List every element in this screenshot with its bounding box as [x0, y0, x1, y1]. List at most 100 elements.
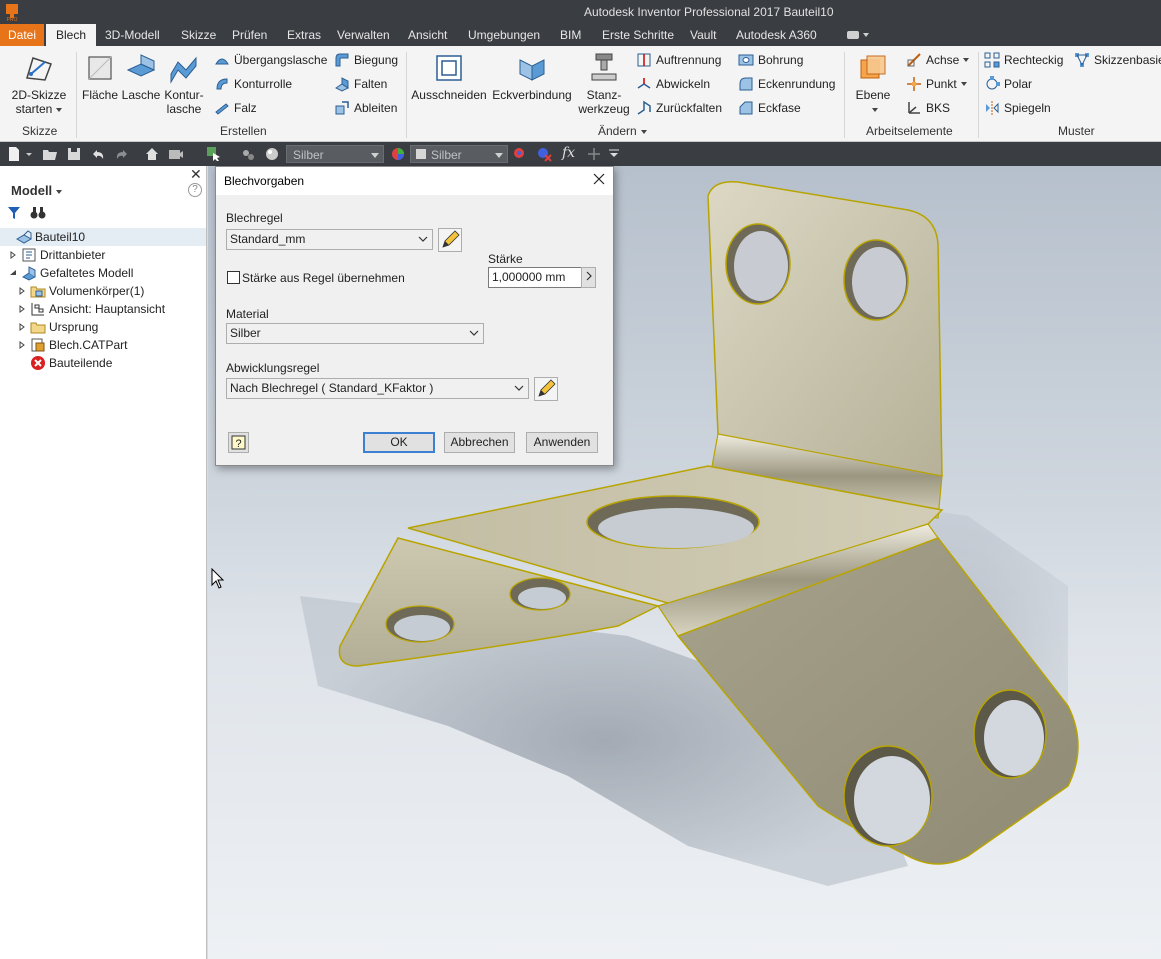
save-icon[interactable]	[66, 146, 82, 162]
component-icon[interactable]	[240, 146, 256, 162]
derive-label: Ableiten	[354, 101, 398, 115]
work-plane-button[interactable]: Ebene	[852, 52, 894, 116]
bend-button[interactable]: Biegung	[334, 50, 398, 70]
home-icon[interactable]	[144, 146, 160, 162]
rip-button[interactable]: Auftrennung	[636, 50, 721, 70]
appearance-combo[interactable]: Silber	[410, 145, 508, 163]
derive-button[interactable]: Ableiten	[334, 98, 397, 118]
add-icon[interactable]	[586, 146, 602, 162]
tree-item-bauteilende[interactable]: Bauteilende	[30, 354, 112, 372]
circular-pattern-button[interactable]: Polar	[984, 74, 1032, 94]
panel-label-aendern[interactable]: Ändern	[598, 124, 647, 138]
tree-item-ansicht-hauptansicht[interactable]: Ansicht: Hauptansicht	[18, 300, 165, 318]
hole-button[interactable]: Bohrung	[738, 50, 803, 70]
start-2d-sketch-button[interactable]: 2D-Skizze starten	[8, 52, 70, 116]
corner-round-button[interactable]: Eckenrundung	[738, 74, 835, 94]
tab-erste-schritte[interactable]: Erste Schritte	[598, 24, 678, 46]
material-select[interactable]: Silber	[226, 323, 484, 344]
customize-qat-icon[interactable]	[606, 146, 622, 162]
work-axis-button[interactable]: Achse	[906, 50, 970, 70]
expand-icon[interactable]	[18, 287, 26, 295]
filter-icon[interactable]	[7, 206, 21, 220]
face-button[interactable]: Fläche	[80, 52, 120, 102]
work-point-button[interactable]: Punkt	[906, 74, 967, 94]
refold-button[interactable]: Zurückfalten	[636, 98, 722, 118]
tree-item-blech-catpart[interactable]: Blech.CATPart	[18, 336, 127, 354]
work-axis-icon	[907, 53, 921, 67]
close-icon[interactable]	[592, 172, 606, 186]
rectangular-pattern-button[interactable]: Rechteckig	[984, 50, 1063, 70]
collapse-icon[interactable]	[9, 269, 17, 277]
tab-datei[interactable]: Datei	[0, 24, 45, 46]
new-icon[interactable]	[6, 146, 22, 162]
browser-title[interactable]: Modell	[11, 183, 63, 198]
appearance-icon[interactable]	[390, 146, 406, 162]
tab-umgebungen[interactable]: Umgebungen	[464, 24, 544, 46]
tree-item-volumenkoerper[interactable]: Volumenkörper(1)	[18, 282, 144, 300]
sketch-driven-pattern-button[interactable]: Skizzenbasie	[1074, 50, 1161, 70]
material-combo[interactable]: Silber	[286, 145, 384, 163]
lofted-flange-icon	[215, 58, 229, 65]
adjust-appearance-icon[interactable]	[512, 146, 528, 162]
fold-button[interactable]: Falten	[334, 74, 387, 94]
edit-sheet-metal-rule-button[interactable]	[438, 228, 462, 252]
mirror-button[interactable]: Spiegeln	[984, 98, 1051, 118]
tree-item-drittanbieter[interactable]: Drittanbieter	[9, 246, 105, 264]
find-binoculars-icon[interactable]	[30, 206, 46, 220]
expand-icon[interactable]	[18, 341, 26, 349]
new-dropdown-icon[interactable]	[24, 146, 34, 162]
select-icon[interactable]	[206, 146, 222, 162]
panel-toggle-icon[interactable]	[846, 30, 870, 40]
corner-chamfer-button[interactable]: Eckfase	[738, 98, 801, 118]
cut-button[interactable]: Ausschneiden	[410, 52, 488, 102]
expand-icon[interactable]	[18, 323, 26, 331]
expand-icon[interactable]	[18, 305, 26, 313]
tab-bim[interactable]: BIM	[556, 24, 585, 46]
tab-skizze[interactable]: Skizze	[177, 24, 220, 46]
contour-flange-button[interactable]: Kontur- lasche	[162, 52, 206, 116]
redo-icon[interactable]	[114, 146, 130, 162]
tab-ansicht[interactable]: Ansicht	[404, 24, 451, 46]
corner-seam-button[interactable]: Eckverbindung	[490, 52, 574, 102]
tab-autodesk-a360[interactable]: Autodesk A360	[732, 24, 821, 46]
unfold-label: Abwickeln	[656, 77, 711, 91]
use-thickness-from-rule-checkbox[interactable]	[227, 271, 240, 284]
unfold-rule-select[interactable]: Nach Blechregel ( Standard_KFaktor )	[226, 378, 529, 399]
thickness-expand-button[interactable]	[581, 267, 596, 288]
thickness-input[interactable]: 1,000000 mm	[488, 267, 582, 288]
browser-help-icon[interactable]: ?	[188, 183, 202, 197]
edit-unfold-rule-button[interactable]	[534, 377, 558, 401]
tab-pruefen[interactable]: Prüfen	[228, 24, 271, 46]
tab-extras[interactable]: Extras	[283, 24, 325, 46]
tab-blech[interactable]: Blech	[46, 24, 97, 46]
bend-label: Biegung	[354, 53, 399, 67]
clear-appearance-icon[interactable]	[536, 146, 552, 162]
open-icon[interactable]	[42, 146, 58, 162]
help-button[interactable]: ?	[228, 432, 249, 453]
chevron-down-icon	[418, 236, 428, 242]
material-sphere-icon[interactable]	[264, 146, 280, 162]
tab-vault[interactable]: Vault	[686, 24, 720, 46]
undo-icon[interactable]	[90, 146, 106, 162]
browser-close-icon[interactable]: ✕	[190, 166, 202, 183]
unfold-button[interactable]: Abwickeln	[636, 74, 710, 94]
tab-3d-modell[interactable]: 3D-Modell	[101, 24, 164, 46]
apply-button[interactable]: Anwenden	[526, 432, 598, 453]
view-icon[interactable]	[168, 146, 184, 162]
sheet-metal-rule-select[interactable]: Standard_mm	[226, 229, 433, 250]
hem-button[interactable]: Falz	[214, 98, 257, 118]
cancel-button[interactable]: Abbrechen	[444, 432, 515, 453]
ucs-button[interactable]: BKS	[906, 98, 950, 118]
contour-roll-button[interactable]: Konturrolle	[214, 74, 292, 94]
lofted-flange-button[interactable]: Übergangslasche	[214, 50, 327, 70]
tree-item-gefaltetes-modell[interactable]: Gefaltetes Modell	[9, 264, 133, 282]
tree-item-ursprung[interactable]: Ursprung	[18, 318, 98, 336]
ok-button[interactable]: OK	[363, 432, 435, 453]
expand-icon[interactable]	[9, 251, 17, 259]
sheet-metal-rule-label: Blechregel	[226, 211, 283, 225]
tree-item-bauteil10[interactable]: Bauteil10	[0, 228, 206, 246]
flange-button[interactable]: Lasche	[120, 52, 162, 102]
punch-tool-button[interactable]: Stanz- werkzeug	[578, 52, 630, 116]
tab-verwalten[interactable]: Verwalten	[333, 24, 394, 46]
parameters-fx-icon[interactable]: fx	[562, 145, 575, 161]
